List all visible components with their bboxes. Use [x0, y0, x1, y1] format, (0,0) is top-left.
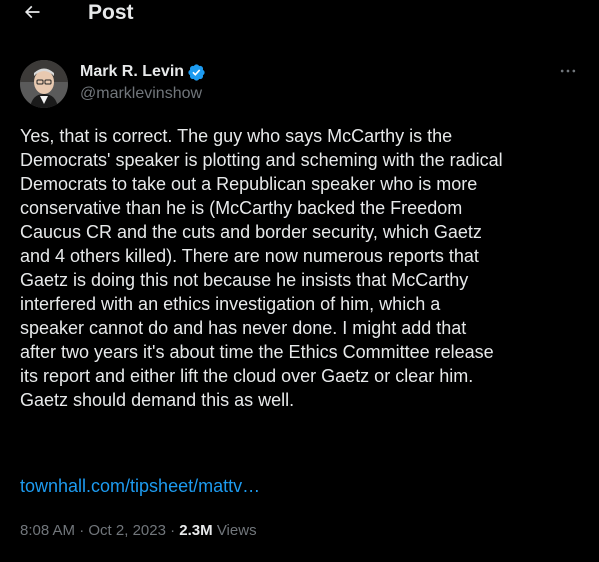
post-link[interactable]: townhall.com/tipsheet/mattv…: [20, 474, 260, 498]
post-text: Yes, that is correct. The guy who says M…: [20, 126, 503, 410]
back-button[interactable]: [14, 0, 50, 30]
post-metadata: 8:08 AM · Oct 2, 2023 · 2.3M Views: [20, 520, 257, 542]
views-count: 2.3M: [179, 522, 213, 539]
separator-dot: ·: [75, 522, 89, 539]
author-handle[interactable]: @marklevinshow: [80, 85, 202, 103]
post-date[interactable]: Oct 2, 2023: [88, 522, 166, 539]
top-bar: Post: [0, 0, 599, 30]
verified-badge-icon[interactable]: [187, 63, 206, 82]
separator-dot: ·: [165, 522, 180, 539]
avatar-image: [20, 60, 68, 108]
avatar[interactable]: [20, 60, 68, 108]
more-options-button[interactable]: [556, 59, 580, 83]
name-row: Mark R. Levin: [80, 61, 206, 83]
page-title: Post: [88, 1, 134, 24]
post-time[interactable]: 8:08 AM: [20, 522, 75, 539]
arrow-left-icon: [24, 5, 40, 19]
more-horizontal-icon: [560, 69, 576, 73]
post-header: Mark R. Levin @marklevinshow: [0, 54, 599, 114]
views-label: Views: [212, 522, 257, 539]
author-name[interactable]: Mark R. Levin: [80, 63, 184, 81]
